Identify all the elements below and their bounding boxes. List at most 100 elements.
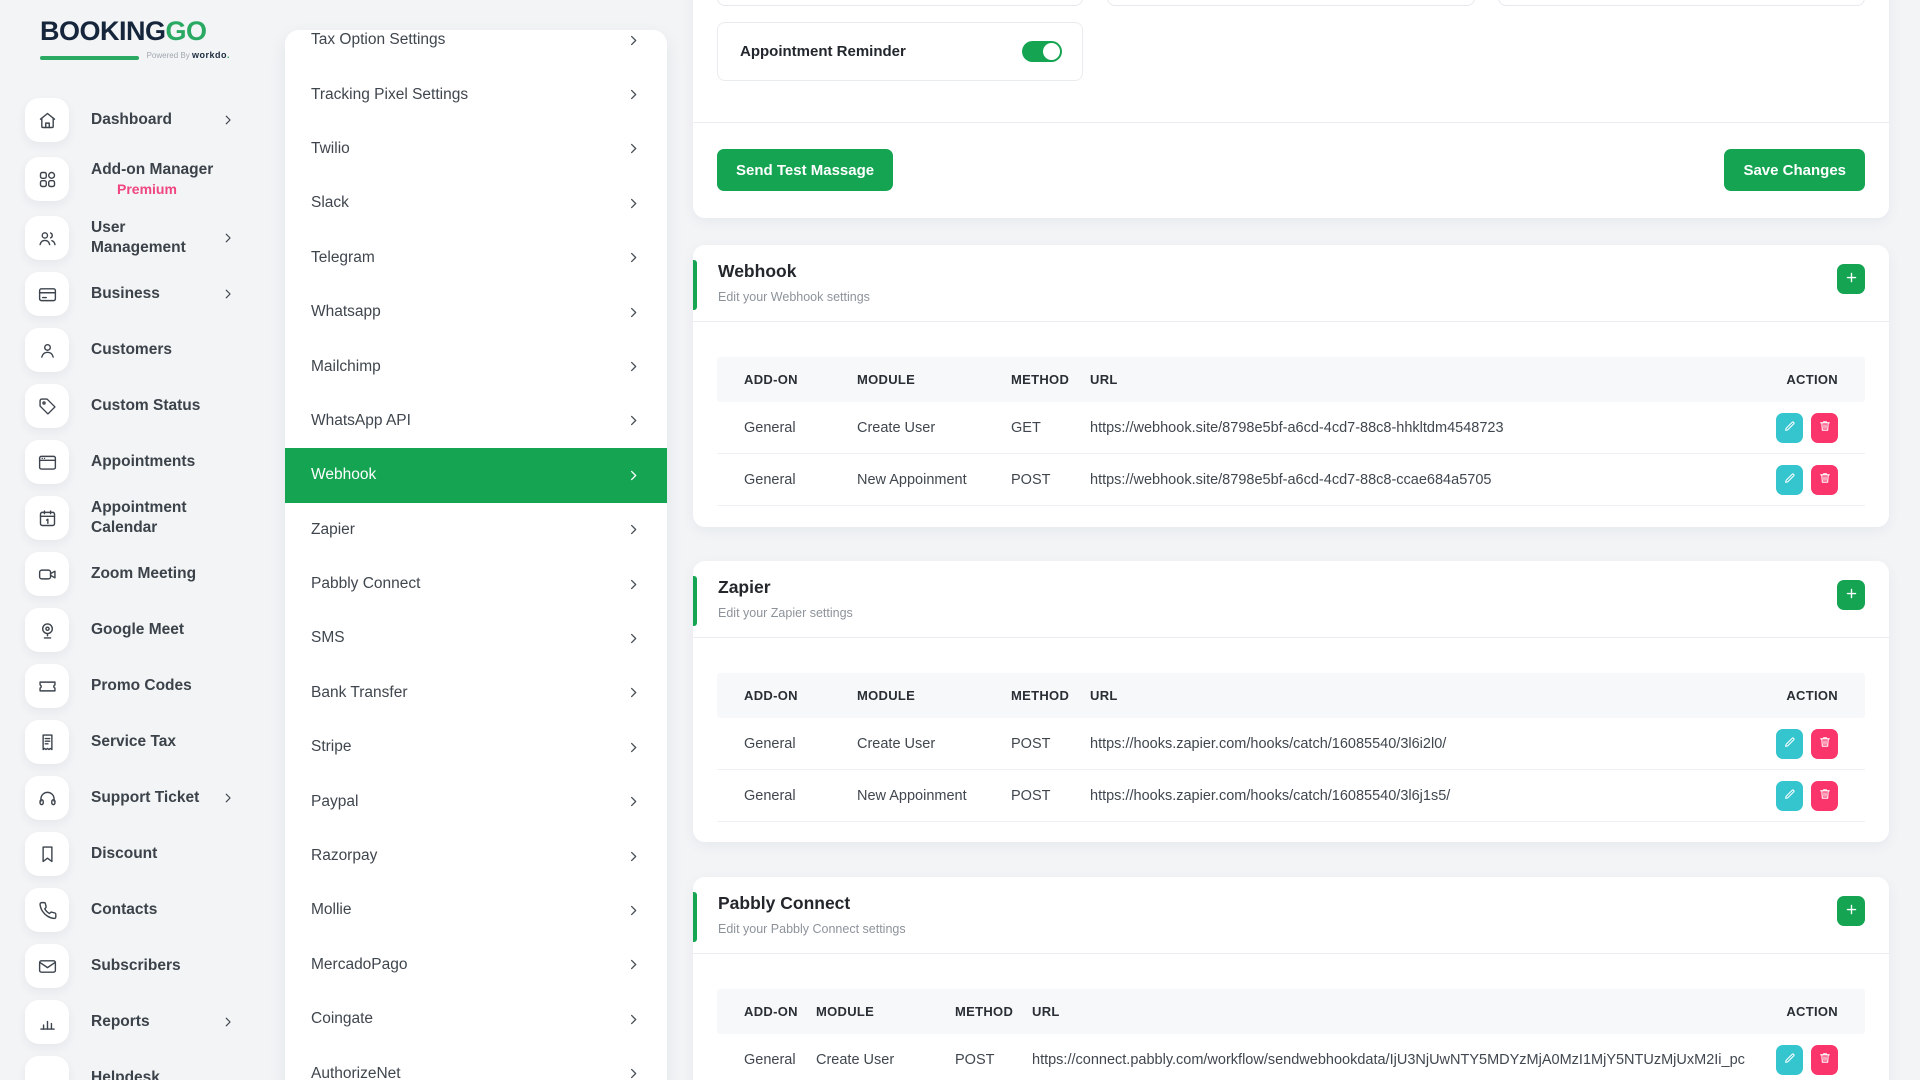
settings-menu-item-tracking-pixel-settings[interactable]: Tracking Pixel Settings <box>285 67 667 121</box>
edit-button[interactable] <box>1776 413 1803 443</box>
settings-menu-item-sms[interactable]: SMS <box>285 611 667 665</box>
cell-addon: General <box>744 472 857 488</box>
sidebar-item-user-management[interactable]: User Management <box>0 210 285 266</box>
save-changes-button[interactable]: Save Changes <box>1724 149 1865 191</box>
delete-button[interactable] <box>1811 413 1838 443</box>
cell-url: https://hooks.zapier.com/hooks/catch/160… <box>1090 788 1746 804</box>
settings-menu-item-paypal[interactable]: Paypal <box>285 774 667 828</box>
settings-menu-item-twilio[interactable]: Twilio <box>285 122 667 176</box>
sidebar-item-subscribers[interactable]: Subscribers <box>0 938 285 994</box>
column-header-url: URL <box>1090 372 1746 387</box>
chevron-right-icon <box>626 1066 641 1080</box>
sidebar-item-google-meet[interactable]: Google Meet <box>0 602 285 658</box>
cell-method: POST <box>955 1052 1032 1068</box>
pencil-icon <box>1783 471 1797 488</box>
cell-addon: General <box>744 420 857 436</box>
add-zapier-button[interactable] <box>1837 580 1865 610</box>
divider <box>693 953 1889 954</box>
settings-menu-item-slack[interactable]: Slack <box>285 176 667 230</box>
add-pabbly-connect-button[interactable] <box>1837 896 1865 926</box>
sidebar-item-dashboard[interactable]: Dashboard <box>0 92 285 148</box>
column-header-method: METHOD <box>1011 372 1090 387</box>
settings-menu-item-coingate[interactable]: Coingate <box>285 992 667 1046</box>
settings-menu-item-stripe[interactable]: Stripe <box>285 720 667 774</box>
chevron-right-icon <box>626 740 641 755</box>
table-row: GeneralCreate UserPOSThttps://connect.pa… <box>717 1034 1865 1080</box>
cell-module: Create User <box>857 420 1011 436</box>
sidebar-item-helpdesk[interactable]: Helpdesk <box>0 1050 285 1080</box>
cell-url: https://connect.pabbly.com/workflow/send… <box>1032 1052 1746 1068</box>
table-row: GeneralCreate UserPOSThttps://hooks.zapi… <box>717 718 1865 770</box>
sidebar-item-label: Discount <box>91 844 157 864</box>
settings-menu-item-webhook[interactable]: Webhook <box>285 448 667 502</box>
appointment-reminder-label: Appointment Reminder <box>740 43 906 60</box>
send-test-message-button[interactable]: Send Test Massage <box>717 149 893 191</box>
sidebar-item-customers[interactable]: Customers <box>0 322 285 378</box>
settings-menu-item-pabbly-connect[interactable]: Pabbly Connect <box>285 557 667 611</box>
sidebar-item-custom-status[interactable]: Custom Status <box>0 378 285 434</box>
trash-icon <box>1818 1051 1832 1068</box>
sidebar-item-label: Dashboard <box>91 110 172 130</box>
sidebar-item-appointments[interactable]: Appointments <box>0 434 285 490</box>
delete-button[interactable] <box>1811 729 1838 759</box>
sidebar-item-promo-codes[interactable]: Promo Codes <box>0 658 285 714</box>
divider <box>693 321 1889 322</box>
sidebar-item-reports[interactable]: Reports <box>0 994 285 1050</box>
settings-menu-item-bank-transfer[interactable]: Bank Transfer <box>285 666 667 720</box>
sidebar-item-label: Helpdesk <box>91 1068 160 1080</box>
pencil-icon <box>1783 735 1797 752</box>
section-accent-bar <box>693 576 697 626</box>
settings-menu-item-label: WhatsApp API <box>311 412 411 430</box>
delete-button[interactable] <box>1811 781 1838 811</box>
sidebar-item-service-tax[interactable]: Service Tax <box>0 714 285 770</box>
settings-menu-item-tax-option-settings[interactable]: Tax Option Settings <box>285 30 667 67</box>
sidebar-item-support-ticket[interactable]: Support Ticket <box>0 770 285 826</box>
cell-addon: General <box>744 788 857 804</box>
delete-button[interactable] <box>1811 1045 1838 1075</box>
input-field-partial-2[interactable] <box>1107 0 1475 6</box>
settings-menu-item-telegram[interactable]: Telegram <box>285 231 667 285</box>
chevron-right-icon <box>626 141 641 156</box>
input-field-partial-3[interactable] <box>1498 0 1865 6</box>
settings-menu-item-zapier[interactable]: Zapier <box>285 503 667 557</box>
tag-icon <box>25 384 69 428</box>
edit-button[interactable] <box>1776 781 1803 811</box>
column-header-method: METHOD <box>1011 688 1090 703</box>
input-field-partial-1[interactable] <box>717 0 1083 6</box>
chevron-right-icon <box>626 250 641 265</box>
settings-menu-item-mailchimp[interactable]: Mailchimp <box>285 339 667 393</box>
delete-button[interactable] <box>1811 465 1838 495</box>
pencil-icon <box>1783 419 1797 436</box>
sidebar-item-zoom-meeting[interactable]: Zoom Meeting <box>0 546 285 602</box>
sidebar-item-business[interactable]: Business <box>0 266 285 322</box>
brand-logo[interactable]: BOOKINGGO Powered By workdo. <box>40 16 230 60</box>
settings-menu-item-whatsapp[interactable]: Whatsapp <box>285 285 667 339</box>
sidebar-item-add-on-manager[interactable]: Add-on ManagerPremium <box>0 148 285 210</box>
edit-button[interactable] <box>1776 1045 1803 1075</box>
sidebar-item-contacts[interactable]: Contacts <box>0 882 285 938</box>
sidebar-item-appointment-calendar[interactable]: Appointment Calendar <box>0 490 285 546</box>
appointment-reminder-toggle[interactable] <box>1022 41 1062 62</box>
settings-menu-item-mercadopago[interactable]: MercadoPago <box>285 938 667 992</box>
cell-addon: General <box>744 1052 816 1068</box>
edit-button[interactable] <box>1776 729 1803 759</box>
settings-menu-item-razorpay[interactable]: Razorpay <box>285 829 667 883</box>
settings-menu-item-authorizenet[interactable]: AuthorizeNet <box>285 1046 667 1080</box>
chevron-right-icon <box>626 957 641 972</box>
edit-button[interactable] <box>1776 465 1803 495</box>
plus-icon <box>1844 586 1859 604</box>
chevron-right-icon <box>626 87 641 102</box>
section-card-pabbly-connect: Pabbly ConnectEdit your Pabbly Connect s… <box>693 877 1889 1080</box>
chevron-right-icon <box>626 305 641 320</box>
sidebar-item-discount[interactable]: Discount <box>0 826 285 882</box>
add-webhook-button[interactable] <box>1837 264 1865 294</box>
settings-menu-item-whatsapp-api[interactable]: WhatsApp API <box>285 394 667 448</box>
divider <box>693 122 1889 123</box>
sidebar-item-label: Add-on Manager <box>91 160 213 180</box>
column-header-url: URL <box>1090 688 1746 703</box>
settings-menu-item-label: Stripe <box>311 738 352 756</box>
column-header-action: ACTION <box>1786 372 1838 387</box>
settings-menu-item-mollie[interactable]: Mollie <box>285 883 667 937</box>
trash-icon <box>1818 419 1832 436</box>
chevron-right-icon <box>221 791 235 805</box>
